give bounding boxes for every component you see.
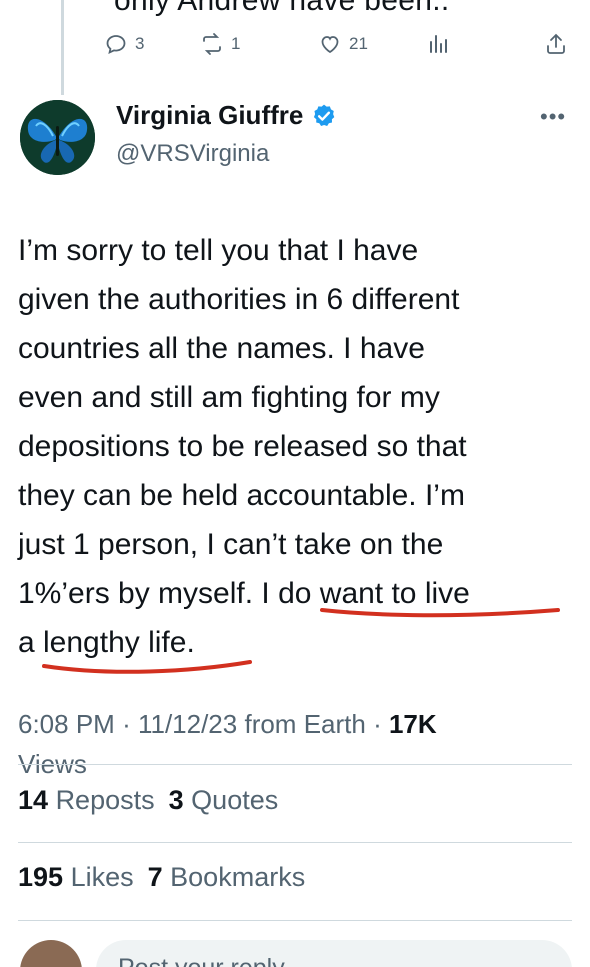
divider bbox=[18, 764, 572, 765]
bookmarks-stat[interactable]: 7 Bookmarks bbox=[148, 862, 306, 893]
reply-avatar[interactable] bbox=[20, 940, 82, 967]
share-icon bbox=[547, 33, 565, 54]
tweet-text-line: depositions to be released so that bbox=[18, 430, 467, 463]
tweet-source: from Earth bbox=[244, 709, 366, 739]
reposts-count: 14 bbox=[18, 785, 49, 815]
like-count: 21 bbox=[349, 34, 368, 53]
more-icon[interactable]: ••• bbox=[540, 104, 566, 130]
tweet-text-line: they can be held accountable. I’m bbox=[18, 479, 465, 512]
author-name-row[interactable]: Virginia Giuffre bbox=[116, 100, 337, 131]
verified-badge-icon bbox=[314, 104, 335, 126]
reply-button[interactable]: 3 bbox=[104, 32, 144, 56]
views-count: 17K bbox=[388, 709, 437, 739]
views-button[interactable] bbox=[426, 32, 450, 56]
tweet-text-line: given the authorities in 6 different bbox=[18, 283, 460, 316]
tweet-date[interactable]: 11/12/23 bbox=[138, 709, 237, 739]
tweet-time[interactable]: 6:08 PM bbox=[18, 709, 115, 739]
butterfly-avatar-image bbox=[20, 100, 95, 175]
bookmarks-count: 7 bbox=[147, 862, 163, 892]
display-name[interactable]: Virginia Giuffre bbox=[116, 100, 303, 131]
repost-quote-stats: 14 Reposts 3 Quotes bbox=[18, 785, 278, 816]
red-annotation-underline bbox=[320, 608, 560, 618]
repost-icon bbox=[203, 33, 221, 55]
tweet-text-line: even and still am fighting for my bbox=[18, 381, 440, 414]
handle[interactable]: @VRSVirginia bbox=[116, 140, 269, 168]
reply-input[interactable]: Post your reply bbox=[96, 940, 572, 967]
divider bbox=[18, 920, 572, 921]
tweet-text-line: I’m sorry to tell you that I have bbox=[18, 234, 419, 267]
likes-stat[interactable]: 195 Likes bbox=[18, 862, 134, 893]
thread-connector-line bbox=[61, 0, 64, 95]
like-button[interactable]: 21 bbox=[318, 32, 368, 56]
reply-icon bbox=[106, 35, 126, 54]
bookmarks-label: Bookmarks bbox=[170, 862, 306, 892]
reply-count: 3 bbox=[135, 34, 145, 53]
avatar[interactable] bbox=[20, 100, 95, 175]
repost-count: 1 bbox=[231, 34, 241, 53]
previous-tweet-action-bar: 3 1 21 bbox=[104, 32, 574, 62]
likes-count: 195 bbox=[18, 862, 64, 892]
analytics-icon bbox=[430, 35, 447, 53]
tweet-meta: 6:08 PM · 11/12/23 from Earth · 17K View… bbox=[18, 704, 578, 784]
heart-icon bbox=[321, 36, 339, 54]
tweet-text-line: just 1 person, I can’t take on the bbox=[18, 528, 444, 561]
quotes-stat[interactable]: 3 Quotes bbox=[169, 785, 279, 816]
share-button[interactable] bbox=[544, 32, 568, 56]
tweet-text-line: countries all the names. I have bbox=[18, 332, 425, 365]
quotes-count: 3 bbox=[168, 785, 184, 815]
meta-separator: · bbox=[373, 709, 389, 739]
divider bbox=[18, 842, 572, 843]
red-annotation-underline bbox=[42, 660, 252, 674]
quotes-label: Quotes bbox=[191, 785, 279, 815]
reposts-label: Reposts bbox=[55, 785, 155, 815]
reposts-stat[interactable]: 14 Reposts bbox=[18, 785, 155, 816]
repost-button[interactable]: 1 bbox=[200, 32, 240, 56]
previous-tweet-text: only Andrew have been.. bbox=[114, 0, 450, 17]
like-bookmark-stats: 195 Likes 7 Bookmarks bbox=[18, 862, 305, 893]
likes-label: Likes bbox=[70, 862, 134, 892]
meta-separator: · bbox=[122, 709, 138, 739]
